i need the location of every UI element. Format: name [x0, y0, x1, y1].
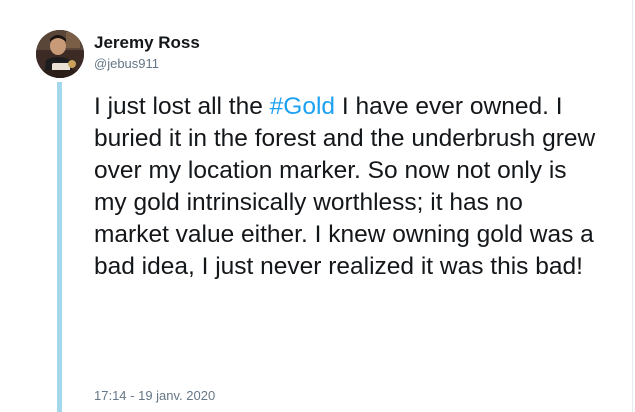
tweet-text-after: I have ever owned. I buried it in the fo…: [94, 93, 596, 280]
avatar-photo-icon: [36, 30, 84, 78]
thread-line: [57, 82, 62, 412]
hashtag-link[interactable]: #Gold: [270, 93, 335, 120]
card-border: [632, 0, 633, 412]
author-display-name[interactable]: Jeremy Ross: [94, 33, 200, 53]
tweet-text: I just lost all the #Gold I have ever ow…: [94, 91, 600, 283]
tweet-text-before: I just lost all the: [94, 93, 270, 120]
tweet-card: Jeremy Ross @jebus911 I just lost all th…: [0, 0, 635, 412]
tweet-timestamp[interactable]: 17:14 - 19 janv. 2020: [94, 388, 215, 403]
avatar[interactable]: [36, 30, 84, 78]
author-handle[interactable]: @jebus911: [94, 56, 159, 71]
